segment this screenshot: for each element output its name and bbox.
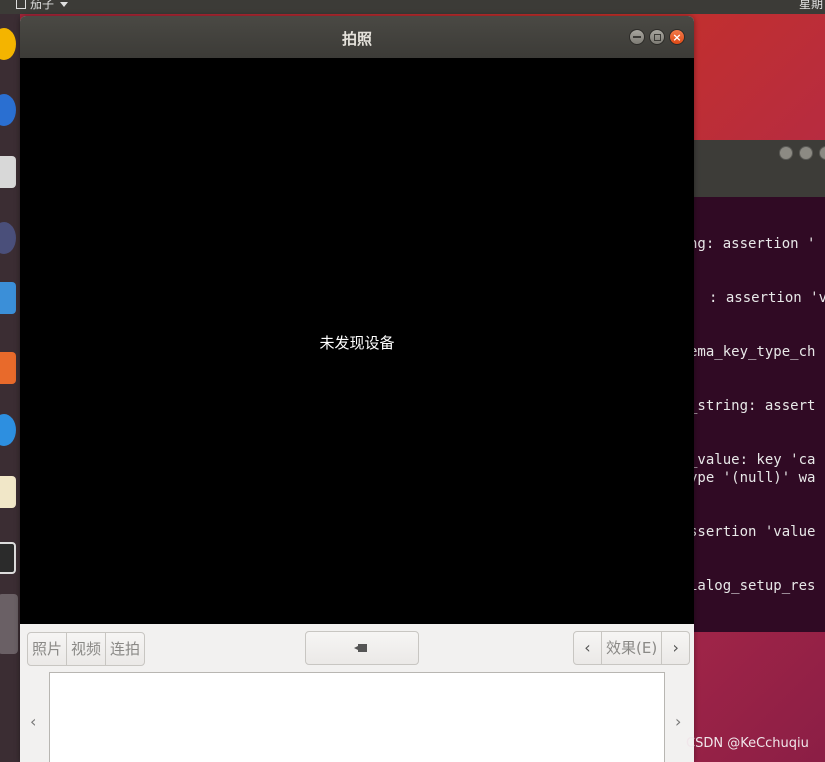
top-panel: 茄子 星期 xyxy=(0,0,825,14)
thumbnails-prev-icon[interactable]: ‹ xyxy=(30,712,36,731)
browser-icon[interactable] xyxy=(0,94,16,126)
terminal-icon[interactable] xyxy=(0,542,16,574)
launcher-dock xyxy=(0,14,20,762)
help-icon[interactable] xyxy=(0,414,16,446)
effects-control: ‹ 效果(E) › xyxy=(573,631,691,665)
effects-prev-button[interactable]: ‹ xyxy=(574,632,602,664)
window-title: 拍照 xyxy=(341,30,372,48)
camera-icon xyxy=(353,644,367,652)
writer-icon[interactable] xyxy=(0,282,16,314)
thumbnail-view[interactable] xyxy=(49,672,665,762)
app-menu-label: 茄子 xyxy=(30,0,55,11)
effects-button[interactable]: 效果(E) xyxy=(602,632,661,664)
close-icon: × xyxy=(672,30,682,44)
close-button[interactable]: × xyxy=(669,29,685,45)
camera-window: 拍照 × 未发现设备 照片 视频 连拍 ‹ 效果(E) › ‹ › xyxy=(20,16,694,762)
mode-switcher: 照片 视频 连拍 xyxy=(27,632,146,666)
terminal-line: ssertion 'value xyxy=(689,524,816,540)
camera-app-icon[interactable] xyxy=(0,594,18,654)
camera-viewport: 未发现设备 xyxy=(20,58,694,624)
terminal-line: : assertion 'va xyxy=(709,290,825,306)
music-icon[interactable] xyxy=(0,222,16,254)
thumbnails-next-icon[interactable]: › xyxy=(675,712,681,731)
terminal-window: ng: assertion ' : assertion 'va ema_key_… xyxy=(689,140,825,632)
minimize-icon xyxy=(633,36,641,38)
terminal-titlebar xyxy=(693,140,825,197)
effects-next-button[interactable]: › xyxy=(661,632,689,664)
terminal-line: ema_key_type_ch xyxy=(689,344,816,360)
minimize-icon[interactable] xyxy=(779,146,793,160)
minimize-button[interactable] xyxy=(629,29,645,45)
mode-video-button[interactable]: 视频 xyxy=(67,633,107,665)
launcher-item-icon[interactable] xyxy=(0,28,16,60)
terminal-line: ialog_setup_res xyxy=(689,578,816,594)
terminal-line: ype '(null)' wa xyxy=(689,470,816,486)
software-icon[interactable] xyxy=(0,352,16,384)
maximize-icon[interactable] xyxy=(799,146,813,160)
app-menu-icon xyxy=(16,0,26,9)
amazon-icon[interactable] xyxy=(0,476,16,508)
mode-burst-button[interactable]: 连拍 xyxy=(106,633,144,665)
app-menu[interactable]: 茄子 xyxy=(16,0,69,11)
mode-photo-button[interactable]: 照片 xyxy=(28,633,68,665)
files-icon[interactable] xyxy=(0,156,16,188)
clock[interactable]: 星期 xyxy=(799,0,823,11)
window-titlebar[interactable]: 拍照 × xyxy=(20,16,694,58)
chevron-down-icon xyxy=(60,1,69,7)
close-icon[interactable] xyxy=(819,146,825,160)
take-photo-button[interactable] xyxy=(305,631,419,665)
terminal-line: ng: assertion ' xyxy=(689,236,816,252)
watermark: CSDN @KeCchuqiu xyxy=(686,736,809,751)
terminal-line: _string: assert xyxy=(689,398,816,414)
thumbnail-strip: ‹ › xyxy=(20,672,694,762)
terminal-line: _value: key 'ca xyxy=(689,452,816,468)
maximize-icon xyxy=(653,33,661,41)
camera-toolbar: 照片 视频 连拍 ‹ 效果(E) › xyxy=(20,624,694,672)
no-device-message: 未发现设备 xyxy=(319,334,395,352)
maximize-button[interactable] xyxy=(649,29,665,45)
